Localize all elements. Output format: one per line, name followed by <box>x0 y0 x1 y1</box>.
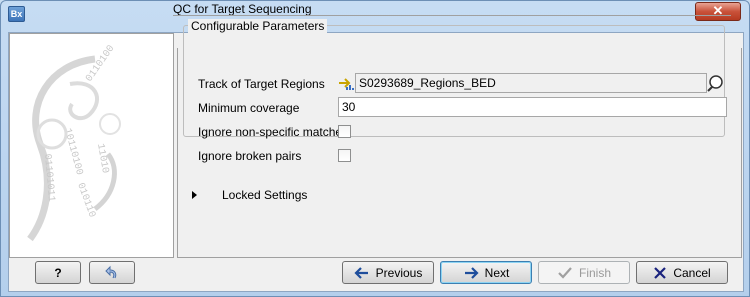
next-button[interactable]: Next <box>440 261 532 284</box>
previous-button[interactable]: Previous <box>342 261 434 284</box>
ignore-broken-pairs-checkbox[interactable] <box>338 149 351 162</box>
wizard-window: Bx ✕ 0110100 10110100 01101011 11010 010… <box>0 0 750 297</box>
window-close-button[interactable]: ✕ <box>695 2 741 21</box>
track-arrow-icon <box>339 78 354 90</box>
min-coverage-label: Minimum coverage <box>198 101 300 115</box>
min-coverage-input[interactable]: 30 <box>338 97 727 117</box>
track-label: Track of Target Regions <box>198 77 325 91</box>
app-icon: Bx <box>8 6 25 22</box>
step-title: QC for Target Sequencing <box>173 2 312 16</box>
ignore-nonspecific-checkbox[interactable] <box>338 125 351 138</box>
expand-triangle-icon[interactable] <box>192 191 197 199</box>
finish-button[interactable]: Finish <box>538 261 630 284</box>
cancel-button[interactable]: Cancel <box>636 261 728 284</box>
browse-magnifier-icon[interactable] <box>705 73 726 93</box>
locked-settings-toggle[interactable]: Locked Settings <box>222 188 307 202</box>
svg-text:0110100: 0110100 <box>84 44 117 85</box>
ignore-broken-pairs-label: Ignore broken pairs <box>198 149 302 163</box>
ignore-nonspecific-label: Ignore non-specific matches <box>198 125 349 139</box>
step-title-divider <box>173 15 731 16</box>
previous-button-label: Previous <box>375 265 423 280</box>
group-title: Configurable Parameters <box>188 19 328 33</box>
wizard-side-image: 0110100 10110100 01101011 11010 010110 <box>9 33 174 258</box>
left-arrow-icon <box>354 266 368 279</box>
svg-text:010110: 010110 <box>74 182 97 220</box>
finish-button-label: Finish <box>578 265 611 280</box>
right-arrow-icon <box>464 266 479 279</box>
checkmark-icon <box>558 266 572 279</box>
reset-arrow-icon <box>105 265 117 278</box>
title-bar: Bx ✕ <box>1 1 749 27</box>
cancel-button-label: Cancel <box>673 265 711 280</box>
cross-icon <box>654 266 667 279</box>
help-button[interactable]: ? <box>35 261 81 284</box>
svg-text:11010: 11010 <box>94 143 110 174</box>
dna-spiral-graphic: 0110100 10110100 01101011 11010 010110 <box>27 44 121 242</box>
reset-button[interactable] <box>89 261 135 284</box>
help-button-label: ? <box>54 265 62 280</box>
track-field[interactable]: S0293689_Regions_BED <box>355 73 707 93</box>
next-button-label: Next <box>484 265 510 280</box>
